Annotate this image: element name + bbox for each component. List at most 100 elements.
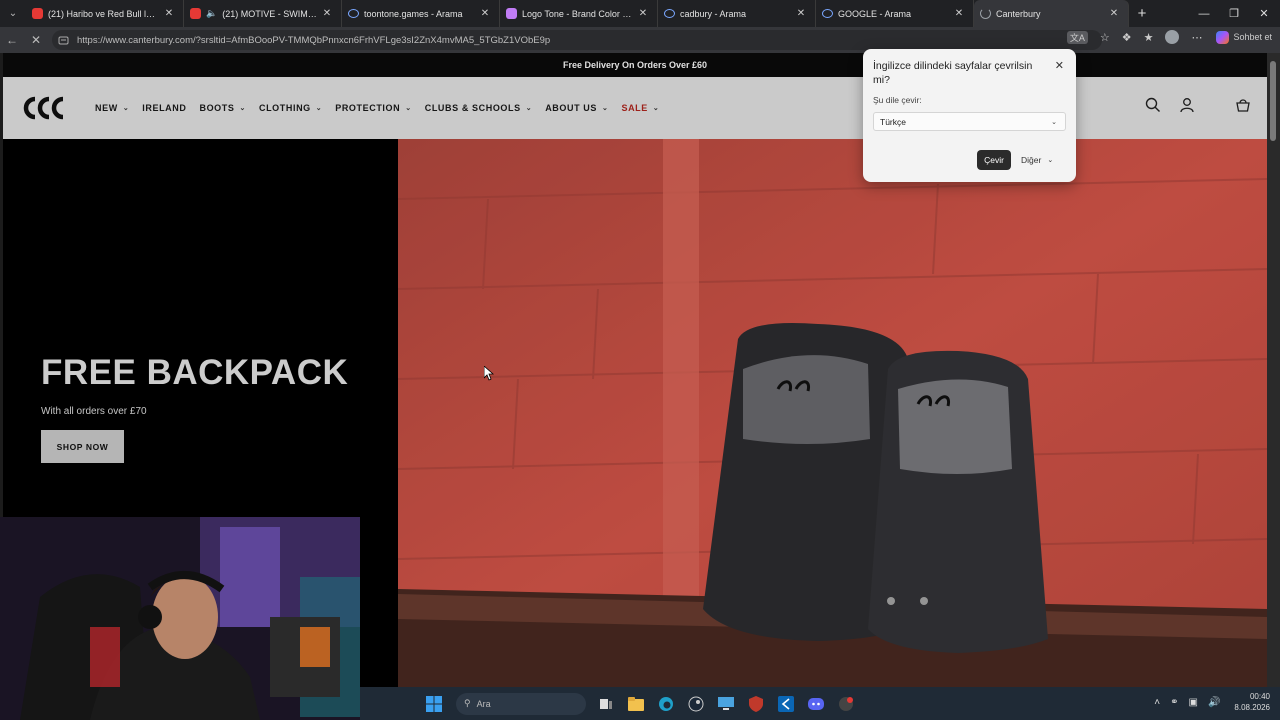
language-select[interactable]: Türkçe ⌄ <box>873 112 1066 131</box>
nav-item-ireland[interactable]: IRELAND <box>142 103 186 113</box>
tab-label: GOOGLE - Arama <box>838 8 912 19</box>
more-menu-icon[interactable]: ⋯ <box>1191 31 1202 44</box>
minimize-icon[interactable]: — <box>1188 0 1220 27</box>
logo-tone-icon <box>506 8 517 19</box>
microphone-icon[interactable]: ⚭ <box>1170 697 1178 708</box>
vscode-icon[interactable] <box>776 694 796 714</box>
tab-label: toontone.games - Arama <box>364 8 463 19</box>
tab-label: (21) MOTIVE - SWIM (Official <box>222 8 317 19</box>
chevron-down-icon: ⌄ <box>405 105 412 112</box>
copilot-icon <box>1216 30 1230 44</box>
tab-strip: ⌄ (21) Haribo ve Red Bull logo reng ✕ 🔈 (21… <box>0 0 1280 27</box>
close-icon[interactable]: ✕ <box>1055 59 1064 72</box>
tab-actions-menu-icon[interactable]: ⌄ <box>0 0 26 27</box>
translate-popup: İngilizce dilindeki sayfalar çevrilsin m… <box>863 49 1076 182</box>
nav-item-sale[interactable]: SALE ⌄ <box>621 103 659 113</box>
main-nav: NEW ⌄ IRELAND BOOTS ⌄ CLOTHING ⌄ PROTECTION ⌄ CLU… <box>95 103 672 113</box>
shield-app-icon[interactable] <box>746 694 766 714</box>
close-tab-icon[interactable]: ✕ <box>795 8 807 19</box>
address-bar: ← ✕ https://www.canterbury.com/?srsltid=… <box>0 27 1280 53</box>
loading-icon <box>980 8 991 19</box>
search-icon: ⚲ <box>464 698 471 708</box>
steam-icon[interactable] <box>686 694 706 714</box>
hero-backpacks-image[interactable] <box>398 139 1267 687</box>
nav-item-new[interactable]: NEW ⌄ <box>95 103 129 113</box>
chevron-up-icon[interactable]: ˄ <box>1154 697 1160 708</box>
file-explorer-icon[interactable] <box>626 694 646 714</box>
chevron-down-icon: ⌄ <box>239 105 246 112</box>
site-header: NEW ⌄ IRELAND BOOTS ⌄ CLOTHING ⌄ PROTECTION ⌄ CLU… <box>3 77 1267 139</box>
windows-start-icon[interactable] <box>424 694 444 714</box>
url-field[interactable]: https://www.canterbury.com/?srsltid=AfmB… <box>52 30 1102 50</box>
translate-prompt: İngilizce dilindeki sayfalar çevrilsin m… <box>873 60 1033 86</box>
extensions-icon[interactable]: ❖ <box>1122 31 1132 44</box>
browser-tab[interactable]: 🔈 (21) MOTIVE - SWIM (Official ✕ <box>184 0 342 27</box>
taskbar: ⚲ Ara ˄ ⚭ ▣ 🔊 00:40 8.08.2026 <box>360 687 1280 720</box>
close-tab-icon[interactable]: ✕ <box>163 8 175 19</box>
tab-label: Logo Tone - Brand Color Guessing <box>522 8 633 19</box>
page-scrollbar[interactable] <box>1267 53 1280 687</box>
more-options-button[interactable]: Diğer ⌄ <box>1021 150 1053 170</box>
close-tab-icon[interactable]: ✕ <box>1108 8 1120 19</box>
tab-label: Canterbury <box>996 8 1041 19</box>
hero-title: FREE BACKPACK <box>41 353 349 392</box>
tab-label: cadbury - Arama <box>680 8 747 19</box>
promo-text: Free Delivery On Orders Over £60 <box>562 60 708 70</box>
clock[interactable]: 00:40 8.08.2026 <box>1234 691 1270 713</box>
site-info-icon[interactable] <box>58 35 69 46</box>
account-icon[interactable] <box>1179 97 1195 113</box>
restore-icon[interactable]: ❐ <box>1218 0 1250 27</box>
chat-button[interactable]: Sohbet et <box>1216 30 1272 44</box>
new-tab-button[interactable]: + <box>1129 5 1155 22</box>
nav-item-clothing[interactable]: CLOTHING ⌄ <box>259 103 322 113</box>
task-view-icon[interactable] <box>596 694 616 714</box>
youtube-icon <box>190 8 201 19</box>
canterbury-logo[interactable] <box>19 93 75 123</box>
close-tab-icon[interactable]: ✕ <box>637 8 649 19</box>
tab-label: (21) Haribo ve Red Bull logo reng <box>48 8 159 19</box>
chevron-down-icon: ⌄ <box>315 105 323 112</box>
chevron-down-icon: ⌄ <box>1051 118 1057 126</box>
nav-item-about-us[interactable]: ABOUT US ⌄ <box>545 103 608 113</box>
system-tray: ˄ ⚭ ▣ 🔊 00:40 8.08.2026 <box>1144 691 1270 713</box>
chevron-down-icon: ⌄ <box>652 105 660 112</box>
browser-tab[interactable]: toontone.games - Arama ✕ <box>342 0 500 27</box>
scrollbar-thumb[interactable] <box>1270 61 1276 141</box>
back-icon[interactable]: ← <box>0 33 24 47</box>
stop-loading-icon[interactable]: ✕ <box>24 33 48 47</box>
taskbar-search[interactable]: ⚲ Ara <box>456 692 586 715</box>
target-language-label: Şu dile çevir: <box>873 95 922 105</box>
close-tab-icon[interactable]: ✕ <box>479 8 491 19</box>
nav-item-clubs-schools[interactable]: CLUBS & SCHOOLS ⌄ <box>425 103 532 113</box>
browser-tab[interactable]: cadbury - Arama ✕ <box>658 0 816 27</box>
close-tab-icon[interactable]: ✕ <box>953 8 965 19</box>
remote-desktop-icon[interactable] <box>716 694 736 714</box>
browser-tab[interactable]: Logo Tone - Brand Color Guessing ✕ <box>500 0 658 27</box>
browser-tab[interactable]: Canterbury ✕ <box>974 0 1129 27</box>
muted-speaker-icon[interactable]: 🔈 <box>206 8 217 19</box>
translate-icon[interactable]: 文A <box>1066 30 1088 44</box>
nav-item-boots[interactable]: BOOTS ⌄ <box>199 103 245 113</box>
nav-item-protection[interactable]: PROTECTION ⌄ <box>335 103 411 113</box>
hero-subtitle: With all orders over £70 <box>41 406 147 417</box>
app-icon[interactable] <box>836 694 856 714</box>
url-text: https://www.canterbury.com/?srsltid=AfmB… <box>77 34 551 46</box>
browser-tab[interactable]: (21) Haribo ve Red Bull logo reng ✕ <box>26 0 184 27</box>
close-tab-icon[interactable]: ✕ <box>321 8 333 19</box>
shop-now-button[interactable]: SHOP NOW <box>41 430 124 463</box>
favorites-icon[interactable]: ★ <box>1144 31 1154 44</box>
edge-icon[interactable] <box>656 694 676 714</box>
basket-icon[interactable] <box>1235 97 1251 113</box>
network-icon[interactable]: ▣ <box>1189 697 1198 708</box>
search-icon <box>348 9 359 18</box>
promo-bar: Free Delivery On Orders Over £60 <box>3 53 1267 77</box>
discord-icon[interactable] <box>806 694 826 714</box>
search-icon[interactable] <box>1145 97 1161 113</box>
translate-button[interactable]: Çevir <box>977 150 1011 170</box>
volume-icon[interactable]: 🔊 <box>1208 697 1220 708</box>
profile-avatar[interactable] <box>1165 30 1180 44</box>
search-icon <box>664 9 675 18</box>
close-window-icon[interactable]: ✕ <box>1248 0 1280 27</box>
browser-tab[interactable]: GOOGLE - Arama ✕ <box>816 0 974 27</box>
favorite-star-icon[interactable]: ☆ <box>1100 31 1110 44</box>
